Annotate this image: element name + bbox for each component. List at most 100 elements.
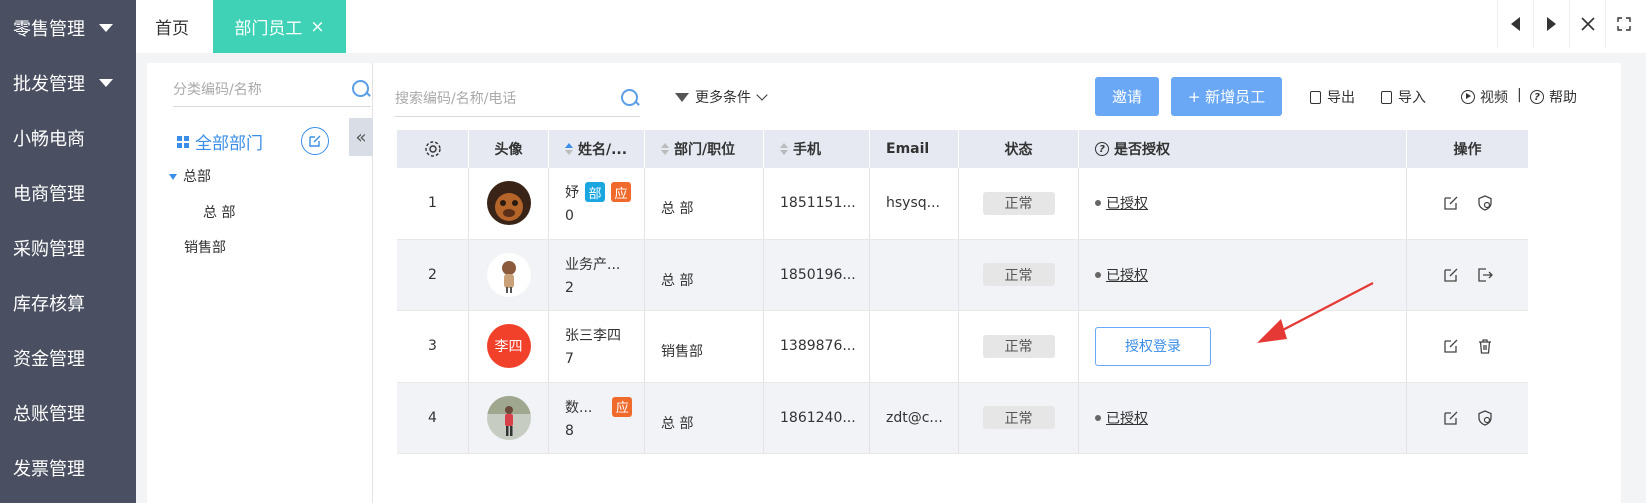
category-search-input[interactable]: 分类编码/名称 [173,79,351,99]
employee-email: hsysq... [870,168,959,239]
shield-icon[interactable] [1477,410,1493,426]
close-all-tabs-button[interactable] [1569,0,1605,48]
tree-item-hq[interactable]: 总部 [169,166,211,186]
double-chevron-left-icon: « [355,126,367,148]
header-avatar: 头像 [469,130,549,168]
tree-item-sales[interactable]: 销售部 [184,237,226,257]
all-departments[interactable]: 全部部门 [177,129,263,154]
employee-search[interactable]: 搜索编码/名称/电话 [395,79,640,117]
category-search[interactable]: 分类编码/名称 [173,71,371,107]
header-status: 状态 [959,130,1079,168]
status-badge: 正常 [982,191,1055,215]
nav-item-ecommerce[interactable]: 电商管理 [0,165,136,220]
caret-down-icon [99,78,113,87]
edit-icon[interactable] [1443,195,1459,211]
caret-right-icon [1547,17,1556,31]
authorize-login-button[interactable]: 授权登录 [1095,326,1211,366]
logout-icon[interactable] [1477,267,1493,283]
header-auth: ? 是否授权 [1079,130,1407,168]
employee-email: zdt@c... [870,382,959,453]
add-employee-button[interactable]: + 新增员工 [1171,77,1282,116]
table-row[interactable]: 1 妤部应 0 总 部 1851151... hsysq... 正常 已授权 [397,168,1528,240]
employee-name: 业务产... [565,256,621,273]
shield-icon[interactable] [1477,195,1493,211]
edit-icon[interactable] [1443,338,1459,354]
tab-scroll-right-button[interactable] [1533,0,1569,48]
authorized-link[interactable]: 已授权 [1095,265,1148,285]
caret-down-icon [99,23,113,32]
dept-tag: 部 [585,182,605,203]
import-button[interactable]: 导入 [1381,87,1426,107]
fullscreen-button[interactable] [1605,0,1641,48]
import-icon [1381,90,1392,104]
nav-item-inventory[interactable]: 库存核算 [0,275,136,330]
question-icon[interactable]: ? [1095,142,1109,156]
authorized-link[interactable]: 已授权 [1095,193,1148,213]
left-nav: 零售管理 批发管理 小畅电商 电商管理 采购管理 库存核算 资金管理 总账管理 … [0,0,136,503]
content-card: 分类编码/名称 全部部门 « 总部 总 部 销售部 搜索编码/名称/电话 更多条… [147,63,1621,503]
employee-dept: 总 部 [661,415,694,432]
sort-icon [565,143,573,155]
employee-email [870,311,959,382]
employee-code: 0 [565,208,574,225]
tab-scroll-left-button[interactable] [1497,0,1533,48]
header-ops: 操作 [1453,142,1482,158]
nav-item-wholesale[interactable]: 批发管理 [0,55,136,110]
nav-item-funds[interactable]: 资金管理 [0,330,136,385]
chevron-down-icon [756,89,768,101]
trash-icon[interactable] [1477,338,1493,354]
tab-bar: 首页 部门员工 × [136,0,1646,53]
table-row[interactable]: 4 数... 应 8 总 部 1861240... zdt@c... 正常 已授权 [397,382,1528,454]
nav-item-xiaochang-ecommerce[interactable]: 小畅电商 [0,110,136,165]
nav-item-ledger[interactable]: 总账管理 [0,385,136,440]
header-phone[interactable]: 手机 [764,130,870,168]
video-link[interactable]: 视频 [1461,87,1508,107]
row-index: 2 [397,239,469,310]
tab-home[interactable]: 首页 [136,0,208,53]
header-dept[interactable]: 部门/职位 [645,130,764,168]
employee-name: 数... [565,399,593,416]
toolbar-separator: | [1517,87,1522,103]
close-tab-icon[interactable]: × [310,17,324,37]
employee-search-input[interactable]: 搜索编码/名称/电话 [395,88,620,108]
tree-item-hq-child[interactable]: 总 部 [203,202,235,222]
employee-phone: 1389876... [764,311,870,382]
tab-department-employees[interactable]: 部门员工 × [213,0,346,53]
play-icon [1461,90,1475,104]
invite-button[interactable]: 邀请 [1095,77,1159,116]
nav-item-invoice[interactable]: 发票管理 [0,440,136,495]
edit-category-button[interactable] [301,127,329,155]
table-header: 头像 姓名/... 部门/职位 手机 Email 状态 ? 是否授权 操作 [397,130,1528,168]
avatar: 李四 [486,324,531,369]
status-badge: 正常 [982,334,1055,358]
category-panel: 分类编码/名称 全部部门 « 总部 总 部 销售部 [147,63,373,503]
employee-code: 8 [565,422,574,439]
avatar [486,252,531,297]
status-badge: 正常 [982,406,1055,430]
row-index: 3 [397,311,469,382]
help-link[interactable]: ? 帮助 [1530,87,1577,107]
search-icon[interactable] [351,79,371,99]
column-settings-button[interactable] [397,130,469,168]
more-filters-dropdown[interactable]: 更多条件 [675,87,768,107]
nav-item-purchase[interactable]: 采购管理 [0,220,136,275]
header-name[interactable]: 姓名/... [549,130,645,168]
employee-code: 7 [565,351,574,368]
export-icon [1310,90,1321,104]
sort-icon [780,143,788,155]
export-button[interactable]: 导出 [1310,87,1355,107]
avatar [486,181,531,226]
employee-dept: 总 部 [661,272,694,289]
employee-email [870,239,959,310]
app-tag: 应 [612,396,633,417]
edit-icon[interactable] [1443,410,1459,426]
edit-icon[interactable] [1443,267,1459,283]
collapse-panel-button[interactable]: « [349,118,373,156]
search-icon[interactable] [620,88,640,108]
employee-dept: 总 部 [661,201,694,218]
row-index: 1 [397,168,469,239]
header-email: Email [870,130,959,168]
caret-left-icon [1511,17,1520,31]
authorized-link[interactable]: 已授权 [1095,408,1148,428]
nav-item-retail[interactable]: 零售管理 [0,0,136,55]
